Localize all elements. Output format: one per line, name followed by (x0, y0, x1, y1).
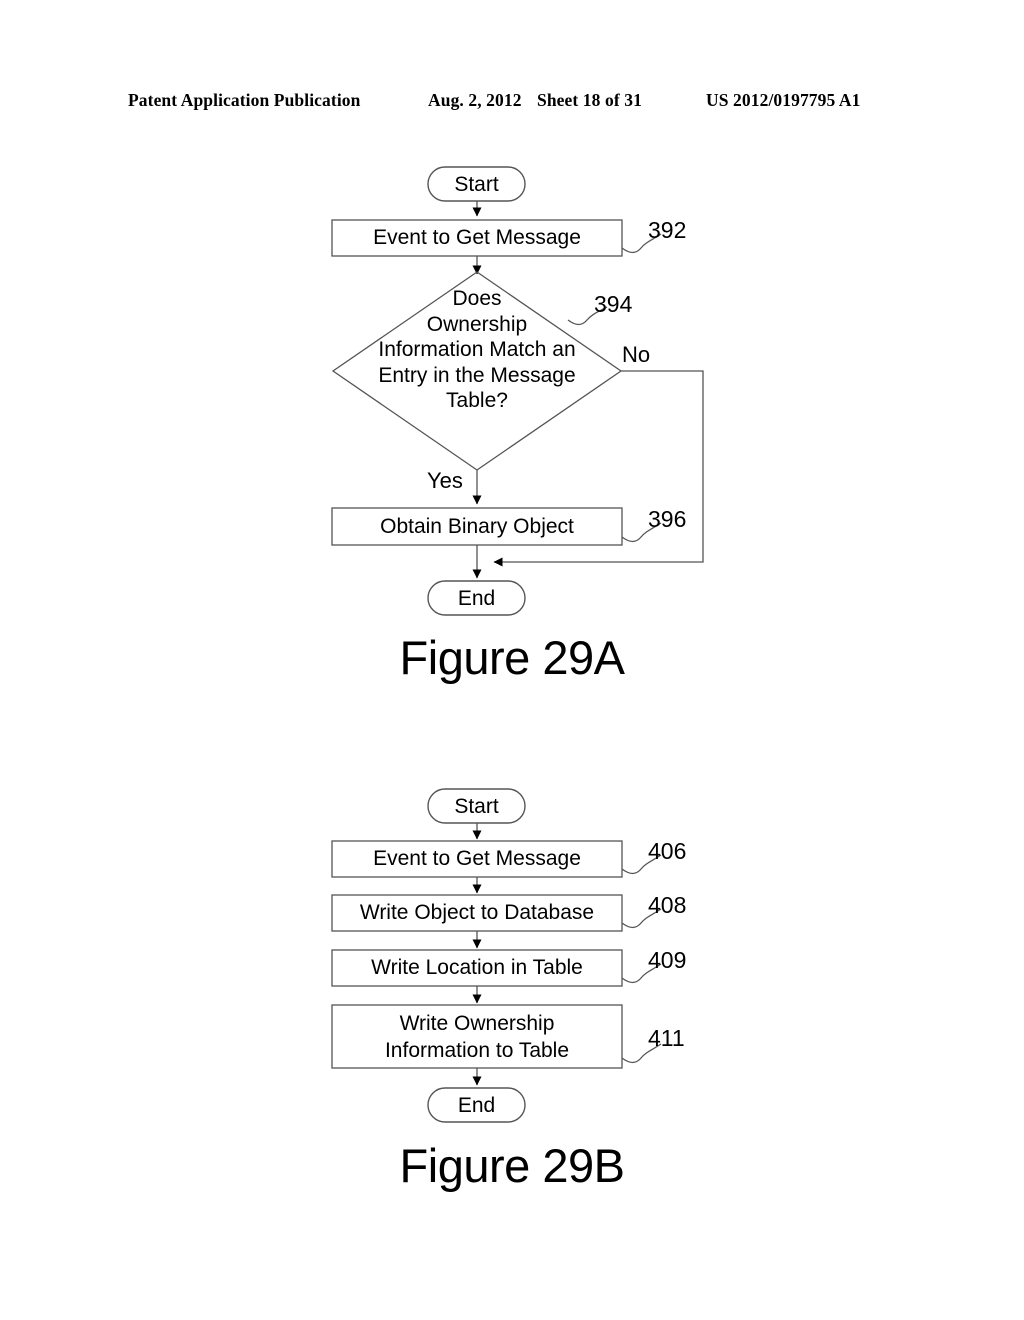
branch-label-no: No (622, 342, 651, 367)
header-publication-text: Patent Application Publication (128, 90, 361, 110)
header-sheet-text: Sheet 18 of 31 (537, 90, 642, 110)
process-box-392 (331, 219, 623, 257)
reference-number-392: 392 (648, 217, 687, 243)
end-terminator-29a (427, 580, 526, 616)
end-terminator-29b (427, 1087, 526, 1123)
figure-caption-29b: Figure 29B (399, 1139, 625, 1192)
process-box-406 (331, 840, 623, 878)
reference-number-411: 411 (648, 1025, 685, 1051)
header-patent-number: US 2012/0197795 A1 (706, 90, 861, 110)
figure-29a: Start Event to Get Message Does Ownershi… (0, 150, 1024, 710)
figure-29a-diagram (331, 166, 704, 616)
start-terminator-29b (427, 788, 526, 824)
reference-number-406: 406 (648, 838, 687, 864)
figure-29b: Start Event to Get Message Write Object … (0, 775, 1024, 1215)
start-terminator-29a (427, 166, 526, 202)
reference-number-408: 408 (648, 892, 687, 918)
branch-label-yes: Yes (427, 468, 463, 493)
decision-label-394: Does Ownership Information Match an Entr… (378, 287, 576, 412)
process-box-396 (331, 507, 623, 546)
process-box-408 (331, 894, 623, 932)
patent-header: Patent Application Publication Aug. 2, 2… (0, 88, 1024, 112)
figure-caption-29a: Figure 29A (399, 631, 625, 684)
process-box-411 (331, 1004, 623, 1069)
reference-number-396: 396 (648, 506, 687, 532)
reference-number-409: 409 (648, 947, 687, 973)
header-date-text: Aug. 2, 2012 (428, 90, 522, 110)
process-box-409 (331, 949, 623, 987)
reference-number-394: 394 (594, 291, 633, 317)
